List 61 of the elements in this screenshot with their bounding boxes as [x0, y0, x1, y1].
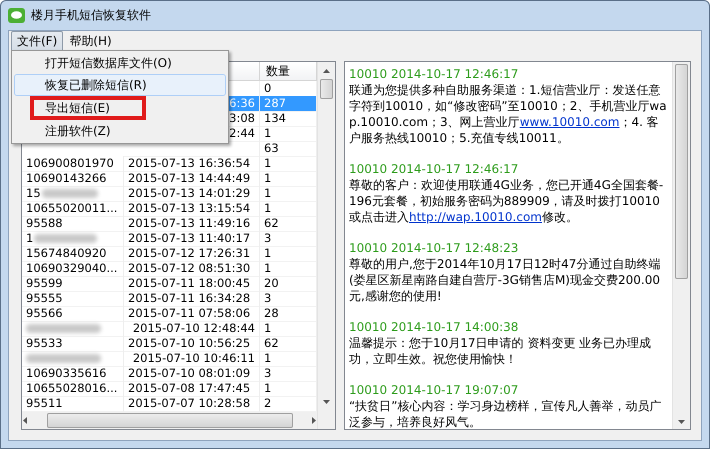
time-cell: 2015-07-10 10:46:11: [124, 351, 260, 367]
message-text: 温馨提示：您于10月17日申请的 资料变更 业务已办理成功，立即生效。祝您使用愉快！: [349, 335, 652, 367]
message-text: 联通为您提供多种自助服务渠道：1.短信营业厅：发送任意字符到10010，如“修改密码”至10010；2、手机营业厅wap.10010.com；3、网上营业厅www.10010.com；4. 客户服务热线10010；5.充值专线10011。: [349, 82, 668, 146]
time-cell: 2015-07-11 18:00:45: [124, 276, 260, 292]
number-cell: 95599: [22, 276, 124, 292]
time-cell: 2015-07-08 17:47:45: [124, 381, 260, 397]
time-cell: 2015-07-11 07:58:06: [124, 306, 260, 322]
scroll-down-icon[interactable]: [323, 398, 330, 405]
scroll-left-icon[interactable]: [22, 417, 29, 424]
time-cell: 2015-07-10 08:01:09: [124, 366, 260, 382]
message-header: 10010 2014-10-17 12:46:17: [349, 66, 520, 82]
number-cell: 10655020011...: [22, 201, 124, 217]
number-cell: 10690143266: [22, 171, 124, 187]
time-cell: 2015-07-13 14:44:49: [124, 171, 260, 187]
message-header: 10010 2014-10-17 12:48:23: [349, 240, 520, 256]
message-text: “扶贫日”核心内容：学习身边榜样，宣传凡人善举，动员广泛参与，培养良好风气。: [349, 398, 662, 429]
menu-option[interactable]: 打开短信数据库文件(O): [14, 52, 226, 74]
message-text: 尊敬的客户：欢迎使用联通4G业务，您已开通4G全国套餐-196元套餐，初始服务密码为889909，请及时拨打10010或点击进入http://wap.10010.com修改。: [349, 177, 664, 225]
time-cell: 2015-07-13 16:36:54: [124, 156, 260, 172]
menu-item[interactable]: 帮助(H): [63, 30, 118, 52]
number-cell: 10690329040...: [22, 261, 124, 277]
number-cell: 15: [22, 186, 124, 202]
message-link[interactable]: http://wap.10010.com: [409, 210, 542, 224]
number-cell: 95566: [22, 306, 124, 322]
scrollbar-thumb[interactable]: [47, 413, 293, 428]
message-header: 10010 2014-10-17 14:00:38: [349, 319, 520, 335]
time-cell: 2015-07-13 13:15:54: [124, 201, 260, 217]
window-title: 楼月手机短信恢复软件: [31, 7, 151, 24]
vertical-scrollbar[interactable]: [317, 62, 335, 429]
number-cell: 95533: [22, 336, 124, 352]
vertical-scrollbar[interactable]: [672, 62, 690, 429]
scroll-right-icon[interactable]: [310, 417, 317, 424]
time-cell: 2015-07-13 14:01:29: [124, 186, 260, 202]
number-cell: 106900801970: [22, 156, 124, 172]
number-cell: 10655028016...: [22, 381, 124, 397]
message-link[interactable]: www.10010.com: [520, 115, 620, 129]
time-cell: 2015-07-10 12:48:44: [124, 321, 260, 337]
message-header: 10010 2014-10-17 12:46:17: [349, 161, 520, 177]
message-header: 10010 2014-10-17 19:07:07: [349, 382, 520, 398]
menu-option[interactable]: 恢复已删除短信(R): [14, 74, 226, 96]
number-cell: 95588: [22, 216, 124, 232]
count-cell: 287: [260, 96, 317, 112]
time-cell: 2015-07-13 11:40:17: [124, 231, 260, 247]
number-cell: 95555: [22, 291, 124, 307]
time-cell: 2015-07-10 10:56:25: [124, 336, 260, 352]
number-cell: 15674840920: [22, 246, 124, 262]
number-cell: 10690335616: [22, 366, 124, 382]
time-cell: 2015-07-13 11:49:16: [124, 216, 260, 232]
time-cell: 2015-07-12 17:26:31: [124, 246, 260, 262]
scrollbar-thumb[interactable]: [675, 64, 688, 279]
menu-item[interactable]: 文件(F): [11, 30, 64, 52]
horizontal-scrollbar[interactable]: [22, 412, 317, 429]
scrollbar-thumb[interactable]: [320, 79, 333, 99]
message-text: 尊敬的用户,您于2014年10月17日12时47分通过自助终端(娄星区新星南路自建自营厅-3G销售店M)现金交费200.00元,感谢您的使用!: [349, 256, 662, 304]
number-cell: 1: [22, 231, 124, 247]
time-cell: 2015-07-12 08:51:30: [124, 261, 260, 277]
scroll-up-icon[interactable]: [323, 68, 330, 75]
time-cell: 2015-07-11 16:34:28: [124, 291, 260, 307]
app-icon: [8, 8, 25, 23]
menu-option[interactable]: 导出短信(E): [30, 96, 146, 120]
scroll-down-icon[interactable]: [678, 418, 685, 425]
